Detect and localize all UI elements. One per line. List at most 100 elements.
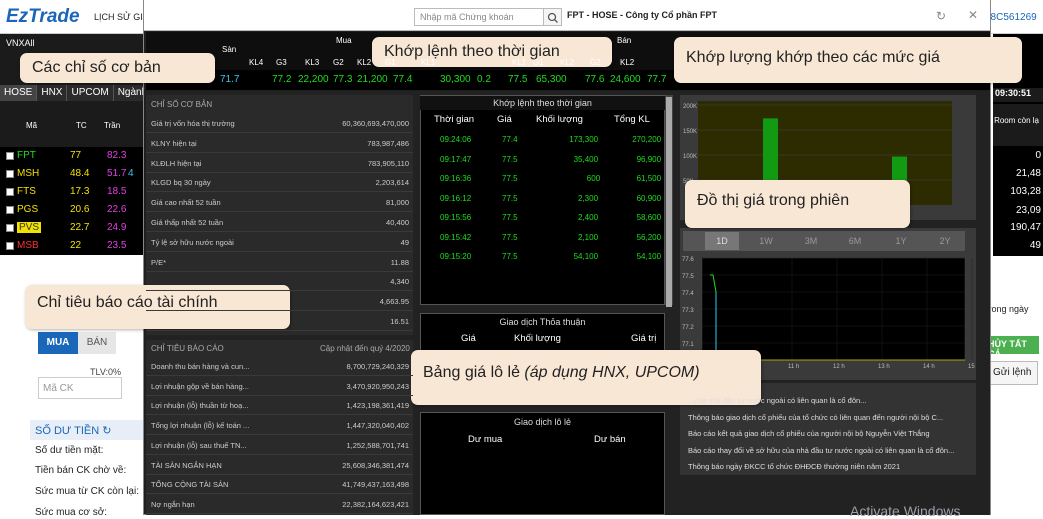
row-checkbox[interactable] xyxy=(6,152,14,160)
col-ref: TC xyxy=(76,121,87,130)
row-ceiling-price: 24.9 xyxy=(107,222,127,233)
room-value: 190,47 xyxy=(1010,222,1041,233)
neg-col-volume: Khối lượng xyxy=(514,333,561,344)
time-match-cell: 09:16:12 xyxy=(440,193,472,203)
symbol-search-input[interactable]: Nhập mã Chứng khoán xyxy=(414,8,544,26)
quote-col-header: KL4 xyxy=(249,58,264,67)
time-match-cell: 09:15:20 xyxy=(440,252,472,261)
time-match-cell: 54,100 xyxy=(636,252,662,261)
quote-value: 22,200 xyxy=(298,74,329,85)
row-ceiling-price: 82.3 xyxy=(107,150,127,161)
search-button[interactable] xyxy=(544,8,562,26)
sell-button[interactable]: BÁN xyxy=(78,332,116,354)
callout-price-levels: Khớp lượng khớp theo các mức giá xyxy=(674,37,1022,83)
news-item[interactable]: Thông báo giao dịch cổ phiếu của tổ chức… xyxy=(688,413,968,422)
x-tick-label: 15 h xyxy=(968,364,976,370)
indicator-value: 783,987,486 xyxy=(367,138,409,148)
indicator-value: 2,203,614 xyxy=(375,178,409,188)
financial-value: 25,608,346,381,474 xyxy=(342,460,409,470)
odd-lot-panel xyxy=(420,412,665,515)
indicator-label: Giá thấp nhất 52 tuần xyxy=(151,218,224,227)
quote-col-header: KL2 xyxy=(560,58,575,67)
news-item[interactable]: Thông báo ngày ĐKCC tổ chức ĐHĐCĐ thường… xyxy=(688,462,968,471)
time-match-cell: 09:15:42 xyxy=(440,232,472,242)
symbol-input[interactable]: Mã CK xyxy=(38,377,122,399)
quote-col-header: G1 xyxy=(385,58,396,67)
tab-upcom[interactable]: UPCOM xyxy=(67,85,114,101)
balance-title[interactable]: SỐ DƯ TIỀN ↻ xyxy=(30,420,148,440)
financial-row: Nợ ngắn hạn 22,382,164,623,421 xyxy=(146,495,413,514)
y-tick-label: 77.2 xyxy=(682,325,694,331)
indicator-label: Tỷ lệ sở hữu nước ngoài xyxy=(151,237,234,247)
row-ceiling-price: 18.5 xyxy=(107,186,127,197)
indicator-value: 4,663.95 xyxy=(379,297,409,307)
quote-col-header: KL1 xyxy=(421,58,436,67)
time-match-cell: 09:15:56 xyxy=(440,213,472,222)
market-tabs: HOSE HNX UPCOM Ngành xyxy=(0,85,153,101)
room-value: 23,09 xyxy=(1015,205,1041,216)
buy-group-label: Mua xyxy=(336,36,352,45)
callout-time-match: Khớp lệnh theo thời gian xyxy=(372,37,612,67)
period-tab-6m[interactable]: 6M xyxy=(838,232,872,250)
activate-windows-watermark: Activate Windows xyxy=(850,503,961,519)
app-logo[interactable]: EzTrade xyxy=(6,6,80,28)
col-volume: Khối lượng xyxy=(536,114,583,125)
y-tick-label: 77.3 xyxy=(682,308,694,314)
time-match-cell: 173,300 xyxy=(569,135,599,144)
watchlist: FPT 77 82.3 MSH 48.4 51.7 4 FTS 17.3 18.5 PGS 20.6 2… xyxy=(0,147,148,255)
refresh-icon[interactable]: ↻ xyxy=(936,9,948,23)
cancel-all-button[interactable]: HỦY TẤT CẢ xyxy=(984,336,1039,359)
time-match-cell: 600 xyxy=(586,174,601,183)
time-match-cell: 56,200 xyxy=(636,232,662,242)
watchlist-row: FTS 17.3 18.5 xyxy=(0,183,148,201)
period-tab-2y[interactable]: 2Y xyxy=(928,232,962,250)
row-ref-price: 17.3 xyxy=(70,186,90,197)
row-checkbox[interactable] xyxy=(6,224,14,232)
news-item[interactable]: ...của nhà đầu tư nước ngoài có liên qua… xyxy=(688,396,968,405)
time-match-title: Khớp lệnh theo thời gian xyxy=(420,96,665,110)
row-checkbox[interactable] xyxy=(6,188,14,196)
financial-value: 1,447,320,040,402 xyxy=(346,421,409,431)
row-ref-price: 77 xyxy=(70,150,82,161)
financial-row: TÀI SẢN NGẮN HẠN 25,608,346,381,474 xyxy=(146,456,413,475)
period-tab-1d[interactable]: 1D xyxy=(705,232,739,250)
financial-row: Doanh thu bán hàng và cun... 8,700,729,24… xyxy=(146,357,413,376)
callout-odd-lot-note: (áp dụng HNX, UPCOM) xyxy=(524,364,700,381)
row-checkbox[interactable] xyxy=(6,242,14,250)
period-tab-3m[interactable]: 3M xyxy=(794,232,828,250)
news-item[interactable]: Báo cáo thay đổi về sở hữu của nhà đầu t… xyxy=(688,446,968,455)
neg-col-value: Giá trị xyxy=(631,333,657,344)
row-checkbox[interactable] xyxy=(6,206,14,214)
quote-col-header: G2 xyxy=(590,58,601,67)
tab-hnx[interactable]: HNX xyxy=(37,85,68,101)
room-value: 103,28 xyxy=(1010,186,1041,197)
time-match-cell: 77.5 xyxy=(502,193,518,203)
watchlist-row: FPT 77 82.3 xyxy=(0,147,148,165)
period-tab-1w[interactable]: 1W xyxy=(749,232,783,250)
financial-row: Lợi nhuận gộp về bán hàng... 3,470,920,95… xyxy=(146,377,413,396)
close-icon[interactable]: ✕ xyxy=(968,8,978,22)
quote-value: 77.2 xyxy=(272,74,292,85)
history-link[interactable]: LỊCH SỬ GI xyxy=(94,12,143,22)
quote-value: 30,300 xyxy=(440,74,471,85)
tab-hose[interactable]: HOSE xyxy=(0,85,38,101)
pending-sale-label: Tiền bán CK chờ về: xyxy=(35,465,127,476)
neg-col-price: Giá xyxy=(461,333,476,344)
quote-value: 77.6 xyxy=(585,74,605,85)
watchlist-row: MSB 22 23.5 xyxy=(0,237,148,255)
quote-col-header: G3 xyxy=(276,58,287,67)
indicator-value: 40,400 xyxy=(386,218,409,227)
news-item[interactable]: Báo cáo kết quả giao dịch cổ phiếu của n… xyxy=(688,429,968,438)
quote-value: 77.3 xyxy=(333,74,353,85)
negotiated-title: Giao dịch Thỏa thuận xyxy=(499,317,586,327)
time-match-cell: 09:17:47 xyxy=(440,154,472,164)
send-order-button[interactable]: Gửi lệnh xyxy=(988,361,1038,385)
time-match-cell: 2,300 xyxy=(578,193,599,203)
period-tab-1y[interactable]: 1Y xyxy=(884,232,918,250)
buy-button[interactable]: MUA xyxy=(38,332,78,354)
refresh-icon[interactable]: ↻ xyxy=(102,425,111,437)
y-tick-label: 77.4 xyxy=(682,291,694,297)
scrollbar-thumb[interactable] xyxy=(666,97,672,307)
x-tick-label: 14 h xyxy=(923,364,935,370)
row-checkbox[interactable] xyxy=(6,170,14,178)
